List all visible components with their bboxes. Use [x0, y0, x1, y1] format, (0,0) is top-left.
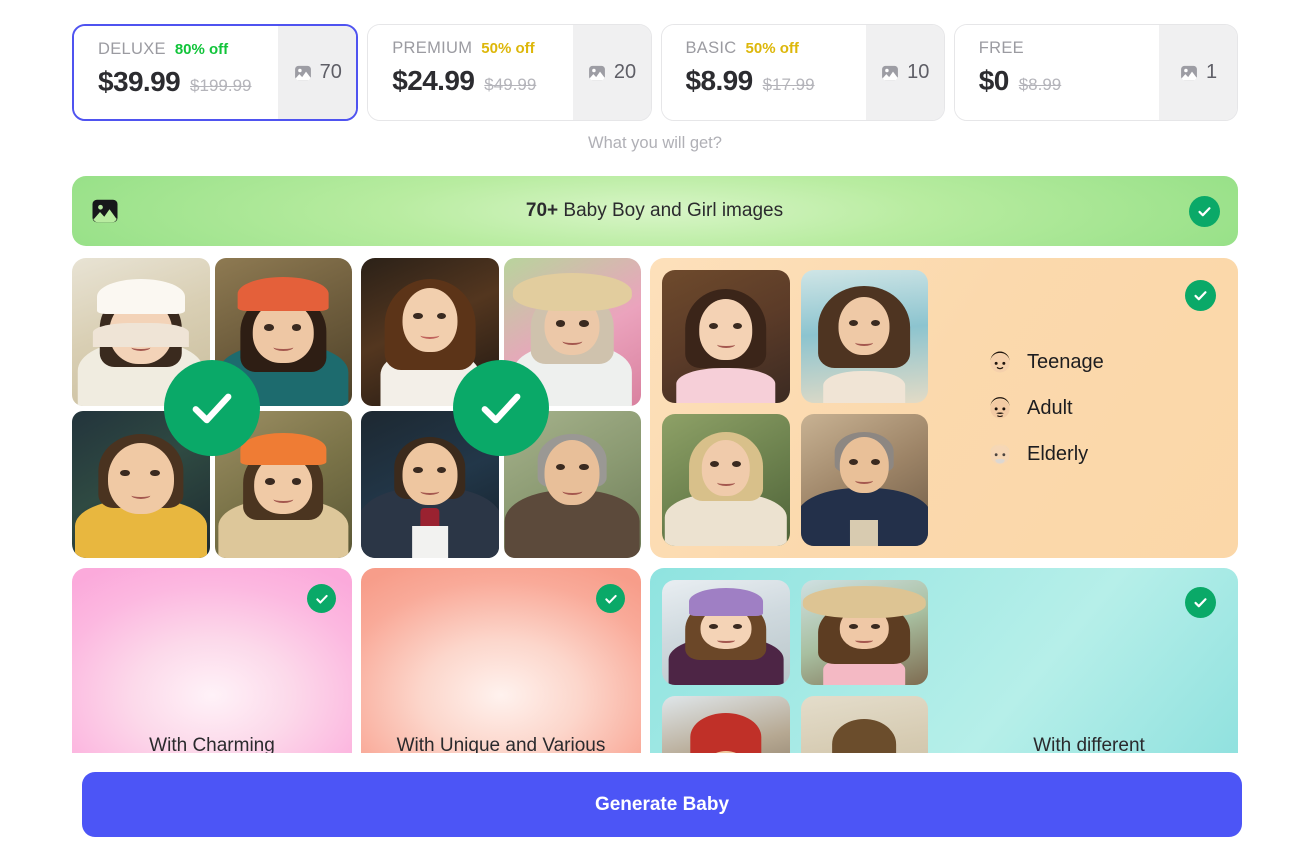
plan-image-count: 70: [278, 26, 357, 119]
paywall-screen: DELUXE 80% off $39.99 $199.99 70 PREMIUM…: [0, 0, 1310, 848]
age-item-elderly[interactable]: Elderly: [986, 440, 1238, 468]
age-item-adult[interactable]: Adult: [986, 394, 1238, 422]
check-circle-icon[interactable]: [1185, 587, 1216, 618]
check-icon: [192, 393, 232, 424]
image-icon: [588, 65, 605, 80]
check-circle-icon[interactable]: [307, 584, 336, 613]
plan-name: DELUXE: [98, 40, 166, 58]
plan-prices: $39.99 $199.99: [98, 66, 278, 98]
plan-name: BASIC: [685, 39, 737, 57]
plan-prices: $0 $8.99: [979, 65, 1159, 97]
plan-old-price: $49.99: [484, 75, 537, 94]
plan-count-value: 20: [613, 61, 637, 83]
clothes-photo-grid: [650, 568, 940, 753]
feature-card-environments[interactable]: With Unique and Various Environments: [361, 568, 641, 753]
age-item-teenage[interactable]: Teenage: [986, 348, 1238, 376]
plan-card-deluxe[interactable]: DELUXE 80% off $39.99 $199.99 70: [72, 24, 359, 121]
feature-card-expressions[interactable]: With Charming Facial Expressions: [72, 568, 352, 753]
plan-price: $8.99: [685, 65, 754, 96]
images-count-banner[interactable]: 70+ Baby Boy and Girl images: [72, 176, 1238, 246]
plan-header: PREMIUM 50% off: [392, 39, 572, 60]
plan-old-price: $199.99: [190, 76, 252, 95]
plan-name: FREE: [978, 39, 1024, 57]
generate-baby-button[interactable]: Generate Baby: [82, 772, 1242, 837]
image-icon: [294, 65, 311, 80]
feature-card-clothes[interactable]: With different Cute Clothes: [650, 568, 1238, 753]
plan-name: PREMIUM: [392, 39, 473, 57]
photo-girl-red-beanie: [662, 696, 790, 753]
plan-count-value: 1: [1205, 61, 1218, 83]
check-icon: [1194, 598, 1207, 608]
age-label: Adult: [1027, 396, 1073, 419]
adult-face-emoji: [990, 397, 1010, 419]
plan-old-price: $8.99: [1018, 75, 1062, 94]
pricing-plans: DELUXE 80% off $39.99 $199.99 70 PREMIUM…: [72, 24, 1238, 121]
check-circle-icon[interactable]: [1189, 195, 1220, 227]
plan-prices: $24.99 $49.99: [392, 65, 572, 97]
check-icon: [1198, 206, 1211, 216]
check-circle-icon[interactable]: [596, 584, 625, 613]
age-groups-list: Teenage Adult Elderly: [940, 348, 1238, 468]
age-label: Elderly: [1027, 442, 1089, 465]
photo-adult-man-navy: [800, 413, 928, 546]
adults-photo-grid-card[interactable]: [361, 258, 641, 558]
section-subtitle: What you will get?: [588, 134, 722, 152]
plan-image-count: 10: [865, 25, 944, 120]
features-row-bottom: With Charming Facial Expressions With Un…: [72, 568, 1238, 753]
feature-subtitle: With Charming: [149, 735, 275, 753]
plan-header: FREE: [979, 39, 1159, 60]
plan-count-value: 70: [319, 61, 342, 83]
plan-old-price: $17.99: [762, 75, 815, 94]
features-row-top: Teenage Adult Elderly: [72, 258, 1238, 558]
check-icon: [1194, 291, 1207, 301]
check-icon: [481, 393, 521, 424]
photo-adult-woman-blonde: [662, 413, 790, 546]
photo-teen-girl-cafe: [662, 270, 790, 403]
feature-subtitle: With Unique and Various: [396, 735, 606, 753]
check-circle-icon[interactable]: [1185, 280, 1216, 311]
plan-header: BASIC 50% off: [686, 39, 866, 60]
image-icon: [1181, 65, 1197, 80]
check-icon: [604, 594, 617, 603]
teen-face-emoji: [990, 351, 1010, 373]
plan-discount-badge: 50% off: [481, 40, 535, 57]
plan-price: $24.99: [392, 65, 475, 96]
plan-prices: $8.99 $17.99: [686, 65, 866, 97]
plan-card-premium[interactable]: PREMIUM 50% off $24.99 $49.99 20: [367, 24, 652, 121]
plan-card-basic[interactable]: BASIC 50% off $8.99 $17.99 10: [660, 24, 945, 121]
plan-info: DELUXE 80% off $39.99 $199.99: [74, 26, 279, 119]
photo-girl-winter-purple: [662, 580, 790, 685]
image-icon: [882, 65, 899, 80]
plan-header: DELUXE 80% off: [98, 40, 278, 61]
plan-discount-badge: 80% off: [174, 41, 229, 58]
banner-label: 70+ Baby Boy and Girl images: [120, 200, 1189, 222]
plan-info: BASIC 50% off $8.99 $17.99: [661, 25, 866, 120]
plan-image-count: 1: [1159, 25, 1237, 120]
feature-subtitle: With different: [1033, 735, 1145, 753]
image-icon: [92, 199, 118, 223]
plan-discount-badge: 50% off: [745, 40, 799, 57]
check-circle-icon[interactable]: [164, 360, 260, 456]
age-photo-grid: [650, 258, 940, 558]
kids-photo-grid-card[interactable]: [72, 258, 352, 558]
age-label: Teenage: [1027, 350, 1104, 373]
plan-count-value: 10: [907, 61, 930, 83]
plan-price: $0: [978, 65, 1010, 96]
photo-girl-summer-hat: [800, 580, 928, 685]
photo-child-beach: [800, 696, 928, 753]
plan-price: $39.99: [98, 66, 181, 97]
banner-count: 70+: [525, 200, 559, 221]
check-circle-icon[interactable]: [453, 360, 549, 456]
check-icon: [315, 594, 328, 603]
photo-teen-girl-beach: [800, 270, 928, 403]
plan-image-count: 20: [572, 25, 651, 120]
elderly-face-emoji: [990, 444, 1010, 465]
age-groups-card[interactable]: Teenage Adult Elderly: [650, 258, 1238, 558]
plan-info: PREMIUM 50% off $24.99 $49.99: [368, 25, 573, 120]
banner-description: Baby Boy and Girl images: [558, 200, 784, 221]
plan-info: FREE $0 $8.99: [954, 25, 1159, 120]
plan-card-free[interactable]: FREE $0 $8.99 1: [953, 24, 1238, 121]
